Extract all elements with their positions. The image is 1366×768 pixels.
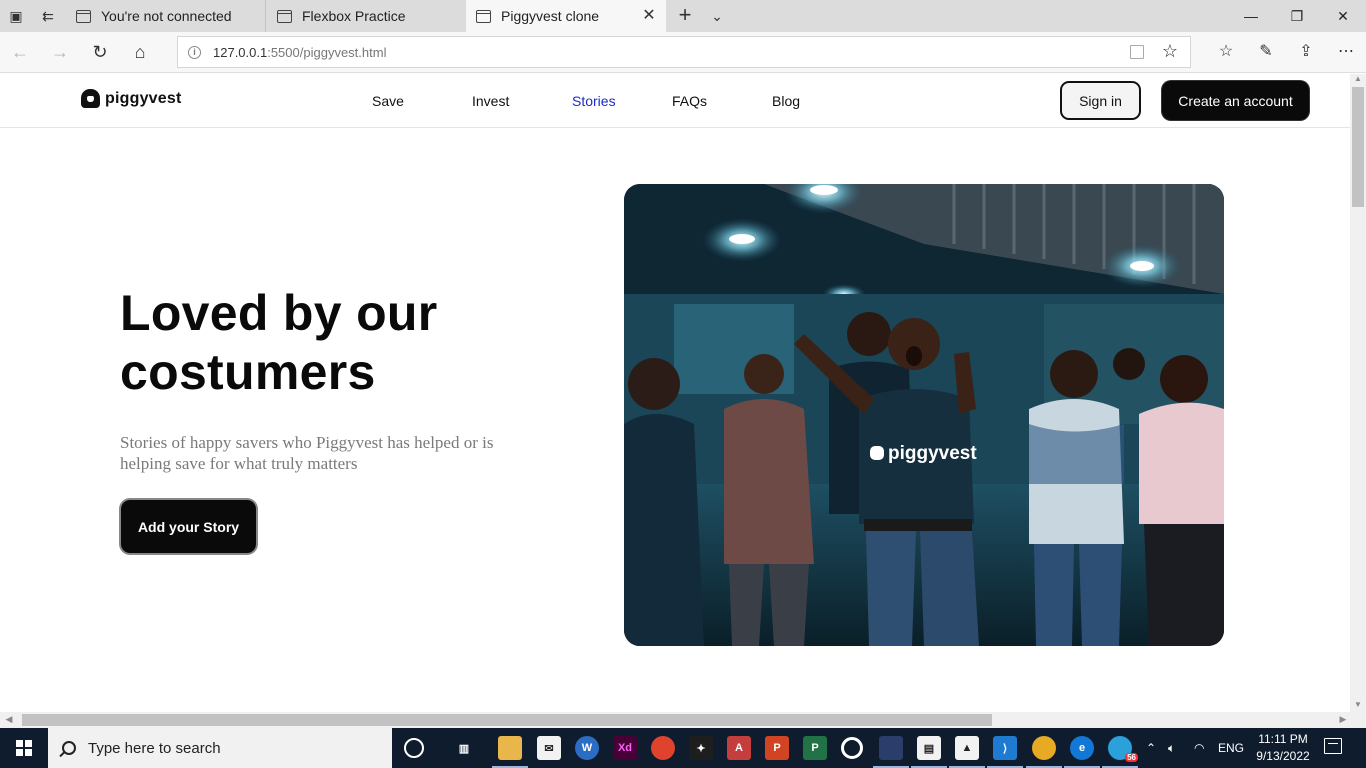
nav-faqs[interactable]: FAQs [672,93,707,109]
new-tab-icon[interactable]: + [672,0,698,32]
windows-taskbar: Type here to search ▥ ✉ W Xd ✦ A P P ▤ ▲… [0,728,1366,768]
tab-title: You're not connected [101,8,232,24]
task-view-icon[interactable]: ▥ [452,736,476,760]
file-explorer-icon[interactable] [492,736,528,768]
figma-icon[interactable]: ✦ [689,736,713,760]
add-story-button[interactable]: Add your Story [121,500,256,553]
unread-badge: 56 [1125,753,1138,762]
more-icon[interactable]: ⋯ [1330,36,1362,68]
time: 11:11 PM [1258,732,1308,746]
volume-icon[interactable]: 🔈︎ [1168,728,1175,768]
game-icon[interactable] [873,736,909,768]
tab-piggyvest-clone[interactable]: Piggyvest clone ✕ [466,0,666,32]
reading-view-icon[interactable] [1130,45,1144,59]
restore-icon[interactable]: ❐ [1274,0,1320,32]
home-icon[interactable]: ⌂ [124,36,156,68]
create-account-button[interactable]: Create an account [1162,81,1309,120]
page-icon [476,9,491,23]
nav-save[interactable]: Save [372,93,404,109]
notification-icon[interactable] [1324,738,1342,754]
wordpad-icon[interactable]: W [575,736,599,760]
nav-stories[interactable]: Stories [572,93,616,109]
scroll-left-icon[interactable]: ◀ [2,714,16,726]
start-button[interactable] [0,728,48,768]
photos-icon[interactable]: ▲ [949,736,985,768]
vertical-scrollbar[interactable]: ▲ ▼ [1350,74,1366,712]
shirt-logo-text: piggyvest [888,443,977,464]
piggyvest-logo-icon [81,89,100,108]
telegram-icon[interactable]: 56 [1102,736,1138,768]
chrome-icon[interactable] [651,736,675,760]
url-text: 127.0.0.1:5500/piggyvest.html [213,44,387,60]
address-bar[interactable]: i 127.0.0.1:5500/piggyvest.html ☆ [177,36,1191,68]
adobe-xd-icon[interactable]: Xd [613,736,637,760]
taskbar-search[interactable]: Type here to search [48,728,392,768]
logo-text: piggyvest [105,89,182,107]
site-header: piggyvest Save Invest Stories FAQs Blog … [0,74,1350,128]
set-tabs-aside-icon[interactable]: ⇇ [32,0,64,32]
browser-tab-bar: ▣ ⇇ You're not connected Flexbox Practic… [0,0,1366,32]
clock[interactable]: 11:11 PM 9/13/2022 [1248,731,1318,765]
star-icon[interactable]: ☆ [1162,41,1178,62]
tab-flexbox-practice[interactable]: Flexbox Practice [267,0,467,32]
scroll-thumb[interactable] [1352,87,1364,207]
tab-not-connected[interactable]: You're not connected [66,0,266,32]
scroll-right-icon[interactable]: ▶ [1336,714,1350,726]
share-icon[interactable]: ⇪ [1290,36,1322,68]
window-close-icon[interactable]: ✕ [1320,0,1366,32]
forward-icon[interactable]: → [44,36,76,68]
wifi-icon[interactable]: ◠ [1194,728,1204,768]
language-indicator[interactable]: ENG [1218,728,1244,768]
info-icon[interactable]: i [188,45,201,59]
scroll-up-icon[interactable]: ▲ [1350,74,1366,86]
chevron-down-icon[interactable]: ⌄ [704,0,730,32]
chevron-up-icon[interactable]: ⌃ [1146,728,1156,768]
hero-subtitle: Stories of happy savers who Piggyvest ha… [120,433,494,473]
hero-photo: piggyvest [624,184,1224,646]
scroll-thumb[interactable] [22,714,992,726]
pen-icon[interactable]: ✎ [1250,36,1282,68]
scroll-down-icon[interactable]: ▼ [1350,700,1366,712]
nav-invest[interactable]: Invest [472,93,509,109]
favorites-icon[interactable]: ☆ [1210,36,1242,68]
vscode-icon[interactable]: ⟩ [987,736,1023,768]
cortana-icon[interactable] [404,738,424,758]
search-placeholder: Type here to search [88,739,221,757]
date: 9/13/2022 [1256,749,1310,763]
browser-toolbar: ← → ↻ ⌂ i 127.0.0.1:5500/piggyvest.html … [0,32,1366,73]
tab-actions-icon[interactable]: ▣ [0,0,32,32]
page-viewport: piggyvest Save Invest Stories FAQs Blog … [0,74,1350,712]
publisher-icon[interactable]: P [803,736,827,760]
refresh-icon[interactable]: ↻ [84,36,116,68]
hero-title: Loved by our costumers [120,285,438,400]
nav-blog[interactable]: Blog [772,93,800,109]
close-icon[interactable]: ✕ [640,7,658,25]
page-icon [277,9,292,23]
page-icon [76,9,91,23]
obs-icon[interactable] [841,737,863,759]
edge-icon[interactable]: e [1064,736,1100,768]
chrome-profile-icon[interactable] [1026,736,1062,768]
tab-title: Flexbox Practice [302,8,406,24]
powerpoint-icon[interactable]: P [765,736,789,760]
video-editor-icon[interactable]: ▤ [911,736,947,768]
sign-in-button[interactable]: Sign in [1060,81,1141,120]
access-icon[interactable]: A [727,736,751,760]
tab-title: Piggyvest clone [501,8,600,24]
search-icon [62,741,76,755]
logo[interactable]: piggyvest [81,89,182,108]
horizontal-scrollbar[interactable]: ◀ ▶ [0,712,1366,728]
windows-icon [16,740,32,756]
mail-icon[interactable]: ✉ [537,736,561,760]
minimize-icon[interactable]: — [1228,0,1274,32]
back-icon[interactable]: ← [4,36,36,68]
